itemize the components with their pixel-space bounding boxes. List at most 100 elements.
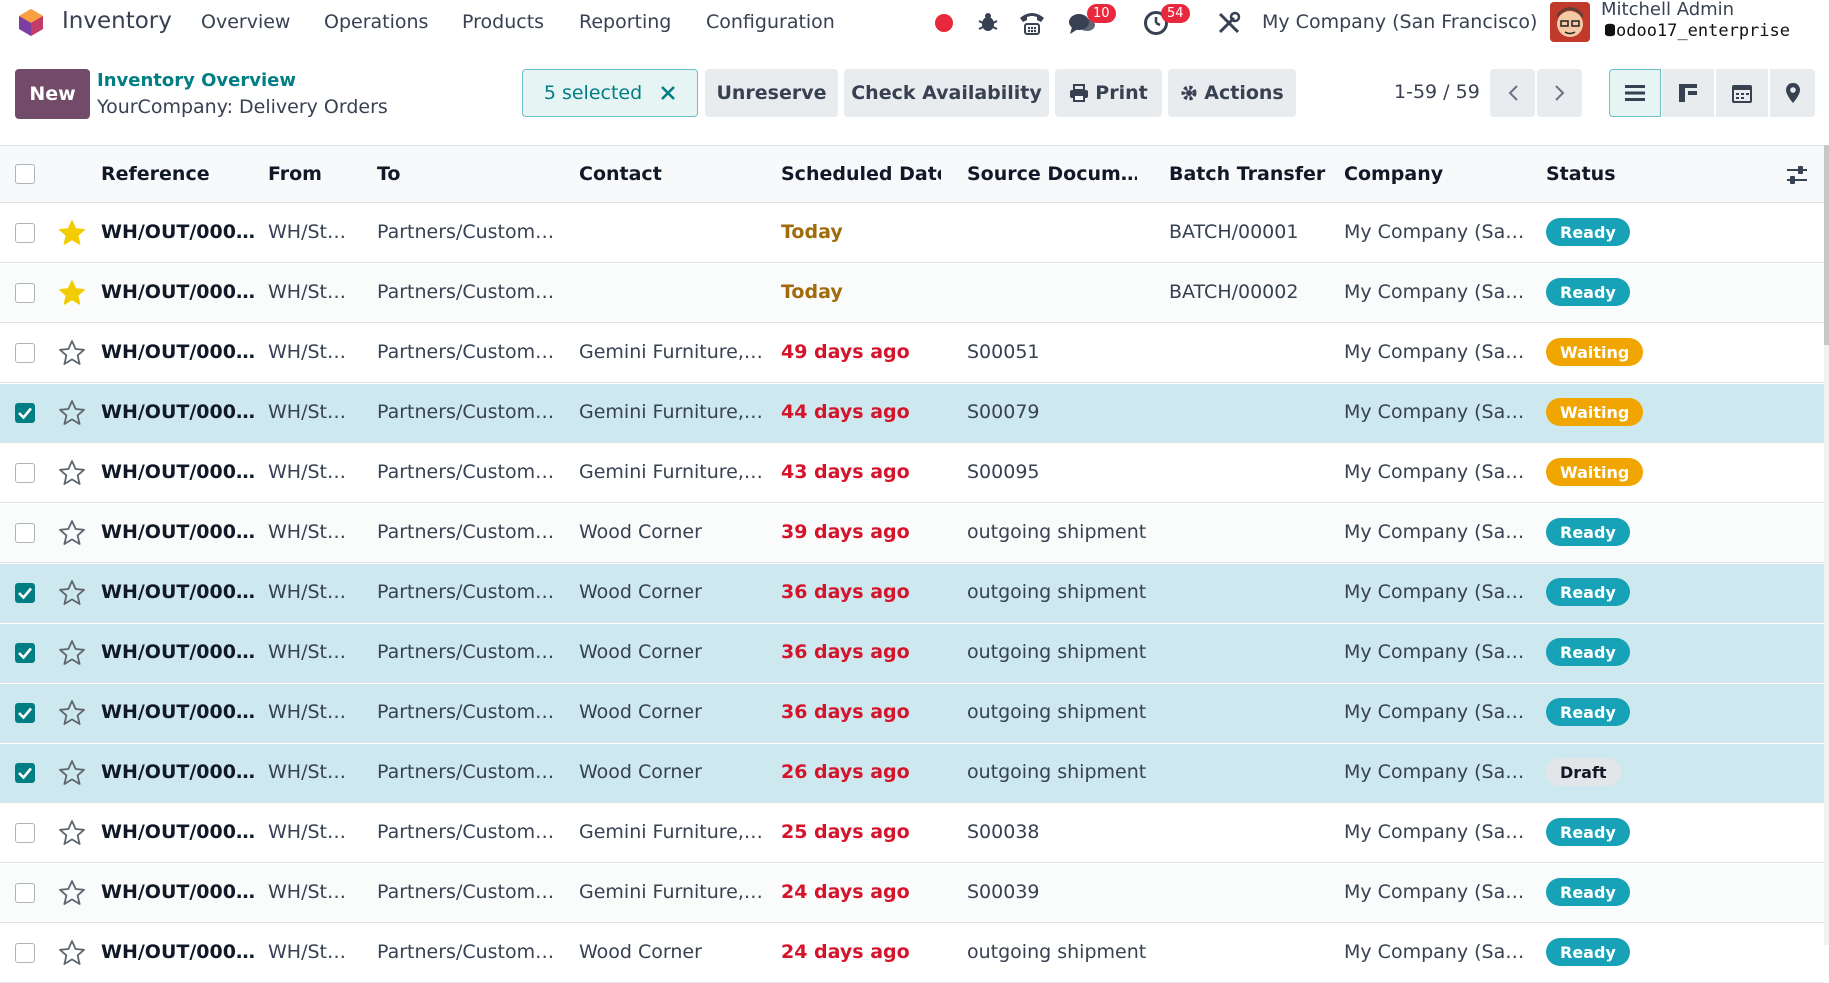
checkmark-icon [18,407,32,420]
star-filled-icon[interactable] [58,279,86,307]
row-checkbox[interactable] [15,223,35,243]
row-checkbox[interactable] [15,343,35,363]
row-checkbox[interactable] [15,583,35,603]
table-row[interactable]: WH/OUT/000… WH/St… Partners/Custom… Gemini … [0,324,1824,383]
optional-columns-icon[interactable] [1786,165,1808,185]
table-row[interactable]: WH/OUT/000… WH/St… Partners/Custom… Gemini … [0,384,1824,443]
table-row[interactable]: WH/OUT/000… WH/St… Partners/Custom… Gemini … [0,444,1824,503]
print-button[interactable]: Print [1055,69,1162,117]
star-outline-icon[interactable] [58,699,86,727]
star-filled-icon[interactable] [58,219,86,247]
menu-reporting[interactable]: Reporting [579,11,671,33]
source-document-cell: S00079 [967,401,1040,423]
row-checkbox[interactable] [15,823,35,843]
select-all-checkbox[interactable] [15,164,35,184]
pager-value[interactable]: 1-59 / 59 [1394,81,1480,103]
activities-badge: 54 [1161,4,1190,23]
contact-cell: Gemini Furniture,… [579,881,763,903]
pager-previous-button[interactable] [1490,69,1535,117]
inventory-app-icon[interactable] [16,7,46,37]
column-to[interactable]: To [377,163,557,185]
contact-cell: Wood Corner [579,581,702,603]
row-checkbox[interactable] [15,943,35,963]
menu-configuration[interactable]: Configuration [706,11,835,33]
status-badge: Waiting [1546,458,1644,486]
row-checkbox[interactable] [15,703,35,723]
status-badge: Ready [1546,938,1630,966]
actions-button[interactable]: Actions [1168,69,1296,117]
from-cell: WH/St… [268,761,346,783]
table-row[interactable]: WH/OUT/000… WH/St… Partners/Custom… Gemini … [0,864,1824,923]
from-cell: WH/St… [268,941,346,963]
table-row[interactable]: WH/OUT/000… WH/St… Partners/Custom… Wood Co… [0,924,1824,983]
user-avatar[interactable] [1550,2,1590,42]
company-cell: My Company (Sa… [1344,281,1524,303]
column-scheduled-date[interactable]: Scheduled Date [781,163,941,185]
row-checkbox[interactable] [15,403,35,423]
row-checkbox[interactable] [15,883,35,903]
phone-icon[interactable] [1018,9,1046,37]
menu-products[interactable]: Products [462,11,544,33]
pager-next-button[interactable] [1537,69,1582,117]
table-row[interactable]: WH/OUT/000… WH/St… Partners/Custom… Gemini … [0,804,1824,863]
new-button[interactable]: New [15,69,90,119]
column-company[interactable]: Company [1344,163,1524,185]
table-row[interactable]: WH/OUT/000… WH/St… Partners/Custom… Today BA… [0,204,1824,263]
contact-cell: Gemini Furniture,… [579,401,763,423]
source-document-cell: outgoing shipment [967,521,1147,543]
app-name[interactable]: Inventory [62,8,172,34]
status-badge: Ready [1546,218,1630,246]
star-outline-icon[interactable] [58,399,86,427]
list-view-button[interactable] [1609,69,1661,117]
table-row[interactable]: WH/OUT/000… WH/St… Partners/Custom… Today BA… [0,264,1824,323]
column-contact[interactable]: Contact [579,163,769,185]
scrollbar-thumb[interactable] [1824,145,1829,345]
star-outline-icon[interactable] [58,939,86,967]
user-name[interactable]: Mitchell Admin [1601,0,1734,20]
record-icon[interactable] [934,13,954,33]
company-switcher[interactable]: My Company (San Francisco) [1262,11,1537,33]
contact-cell: Wood Corner [579,941,702,963]
table-row[interactable]: WH/OUT/000… WH/St… Partners/Custom… Wood Co… [0,504,1824,563]
star-outline-icon[interactable] [58,339,86,367]
star-outline-icon[interactable] [58,459,86,487]
star-outline-icon[interactable] [58,759,86,787]
reference-cell: WH/OUT/000… [101,641,255,663]
clear-selection-icon[interactable] [660,85,676,101]
source-document-cell: S00038 [967,821,1040,843]
kanban-view-button[interactable] [1662,69,1714,117]
table-row[interactable]: WH/OUT/000… WH/St… Partners/Custom… Wood Co… [0,744,1824,803]
scheduled-date-cell: 36 days ago [781,641,910,663]
column-batch-transfer[interactable]: Batch Transfer [1169,163,1339,185]
breadcrumb-inventory-overview[interactable]: Inventory Overview [97,70,296,91]
star-outline-icon[interactable] [58,519,86,547]
source-document-cell: outgoing shipment [967,761,1147,783]
company-cell: My Company (Sa… [1344,701,1524,723]
calendar-view-button[interactable] [1716,69,1768,117]
table-row[interactable]: WH/OUT/000… WH/St… Partners/Custom… Wood Co… [0,684,1824,743]
menu-operations[interactable]: Operations [324,11,428,33]
checkmark-icon [18,767,32,780]
row-checkbox[interactable] [15,523,35,543]
star-outline-icon[interactable] [58,819,86,847]
row-checkbox[interactable] [15,283,35,303]
column-from[interactable]: From [268,163,368,185]
menu-overview[interactable]: Overview [201,11,290,33]
contact-cell: Gemini Furniture,… [579,821,763,843]
check-availability-button[interactable]: Check Availability [844,69,1049,117]
star-outline-icon[interactable] [58,639,86,667]
debug-bug-icon[interactable] [976,10,1000,34]
row-checkbox[interactable] [15,763,35,783]
row-checkbox[interactable] [15,463,35,483]
star-outline-icon[interactable] [58,879,86,907]
table-row[interactable]: WH/OUT/000… WH/St… Partners/Custom… Wood Co… [0,624,1824,683]
column-status[interactable]: Status [1546,163,1726,185]
map-view-button[interactable] [1770,69,1815,117]
settings-tools-icon[interactable] [1215,9,1243,37]
unreserve-button[interactable]: Unreserve [705,69,838,117]
row-checkbox[interactable] [15,643,35,663]
star-outline-icon[interactable] [58,579,86,607]
column-reference[interactable]: Reference [101,163,261,185]
table-row[interactable]: WH/OUT/000… WH/St… Partners/Custom… Wood Co… [0,564,1824,623]
column-source-document[interactable]: Source Docum… [967,163,1137,185]
